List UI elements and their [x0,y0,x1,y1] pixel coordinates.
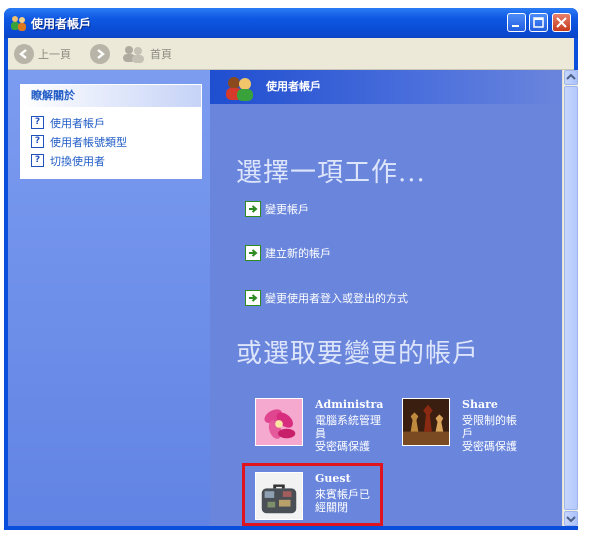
window-bottom-border [4,526,578,530]
task-change-logon[interactable]: 變更使用者登入或登出的方式 [245,290,408,306]
home-label: 首頁 [150,48,172,61]
minimize-icon [512,25,519,27]
account-name: Guest [315,472,351,485]
help-item-switch-users[interactable]: ? 切換使用者 [31,151,201,170]
chevron-down-icon [566,516,576,523]
task-label: 變更使用者登入或登出的方式 [265,292,408,305]
learn-about-panel: 瞭解關於 ? 使用者帳戶 ? 使用者帳號類型 ? 切換使用者 [20,84,202,179]
window-title: 使用者帳戶 [31,17,92,31]
help-icon: ? [31,154,44,167]
vertical-scrollbar[interactable] [562,70,578,526]
forward-button[interactable] [90,43,114,65]
briefcase-picture-icon [255,472,303,520]
account-desc: 受密碼保護 [462,440,517,453]
account-name: Share [462,398,498,411]
help-item-label: 切換使用者 [50,154,105,168]
scroll-down-button[interactable] [564,511,578,526]
users-icon [11,16,26,31]
close-button[interactable] [552,13,571,32]
user-accounts-window: 使用者帳戶 上一頁 首頁 瞭解關於 ? 使用者帳戶 ? 使用者帳號類型 ? 切換… [4,8,578,530]
main-header-title: 使用者帳戶 [266,80,321,93]
account-share[interactable]: Share 受限制的帳 戶 受密碼保護 [402,398,532,460]
scroll-up-button[interactable] [564,70,578,85]
help-item-label: 使用者帳號類型 [50,135,127,149]
chevron-up-icon [566,73,576,80]
chess-picture-icon [402,398,450,446]
flower-picture-icon [255,398,303,446]
task-create-account[interactable]: 建立新的帳戶 [245,245,331,261]
content-area: 瞭解關於 ? 使用者帳戶 ? 使用者帳號類型 ? 切換使用者 使用者帳戶 選擇一… [8,70,578,526]
minimize-button[interactable] [507,13,526,32]
help-item-user-accounts[interactable]: ? 使用者帳戶 [31,113,201,132]
help-item-label: 使用者帳戶 [50,116,105,130]
task-label: 變更帳戶 [265,203,309,216]
account-desc: 經關閉 [315,501,348,514]
home-button[interactable]: 首頁 [122,43,172,65]
help-item-account-types[interactable]: ? 使用者帳號類型 [31,132,201,151]
toolbar: 上一頁 首頁 [8,38,574,70]
user-accounts-icon [226,77,253,101]
home-users-icon [123,46,144,63]
pick-account-heading: 或選取要變更的帳戶 [236,339,480,369]
green-arrow-icon [245,290,261,306]
main-pane: 使用者帳戶 選擇一項工作... 變更帳戶 建立新的帳戶 變更使用者登入或登出的方… [210,70,562,526]
learn-about-title: 瞭解關於 [21,85,201,107]
task-change-account[interactable]: 變更帳戶 [245,201,309,217]
maximize-button[interactable] [529,13,548,32]
green-arrow-icon [245,245,261,261]
main-header: 使用者帳戶 [210,70,562,104]
scroll-thumb[interactable] [564,86,578,510]
forward-arrow-icon [90,44,110,64]
task-label: 建立新的帳戶 [265,247,331,260]
title-bar[interactable]: 使用者帳戶 [4,8,578,38]
account-desc: 受密碼保護 [315,440,370,453]
account-administrator[interactable]: Administrator 電腦系統管理 員 受密碼保護 [255,398,385,460]
maximize-icon [533,17,544,28]
green-arrow-icon [245,201,261,217]
back-button[interactable]: 上一頁 [14,43,71,65]
help-icon: ? [31,116,44,129]
account-guest[interactable]: Guest 來賓帳戶已 經關閉 [255,472,375,520]
close-icon [556,17,567,28]
back-arrow-icon [14,44,34,64]
back-label: 上一頁 [38,48,71,61]
pick-task-heading: 選擇一項工作... [236,158,426,188]
account-name: Administrator [315,398,383,411]
left-pane: 瞭解關於 ? 使用者帳戶 ? 使用者帳號類型 ? 切換使用者 [8,70,210,526]
help-icon: ? [31,135,44,148]
